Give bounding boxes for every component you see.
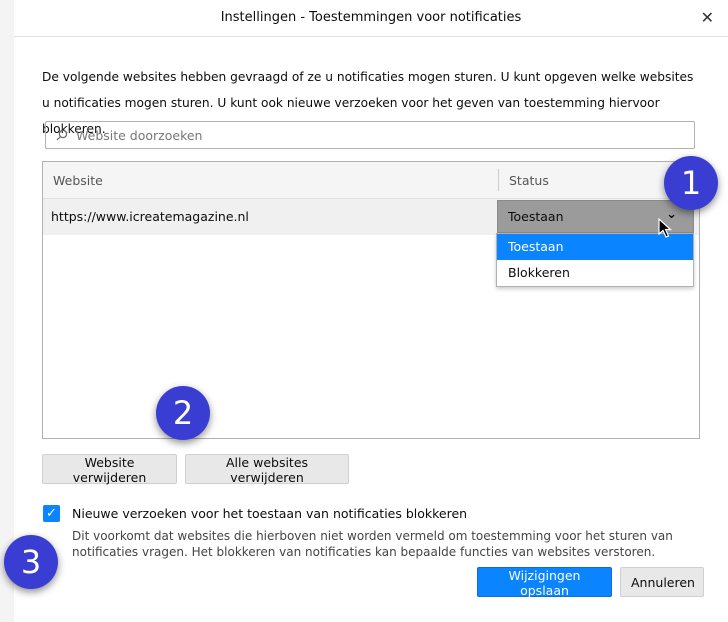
column-header-website[interactable]: Website (53, 173, 103, 188)
step-badge-1: 1 (664, 156, 718, 210)
search-field[interactable] (45, 121, 695, 149)
block-new-requests-checkbox[interactable]: ✓ (43, 505, 60, 522)
block-new-requests-label[interactable]: Nieuwe verzoeken voor het toestaan van n… (72, 506, 467, 521)
table-header: Website Status (43, 162, 699, 199)
step-badge-2: 2 (156, 386, 210, 440)
dropdown-option-block[interactable]: Blokkeren (497, 260, 693, 286)
status-select-value: Toestaan (508, 209, 564, 224)
column-separator (498, 169, 499, 191)
dialog-title: Instellingen - Toestemmingen voor notifi… (220, 10, 522, 25)
search-icon (56, 129, 68, 141)
step-badge-3: 3 (4, 535, 58, 589)
cancel-button[interactable]: Annuleren (620, 567, 704, 597)
search-input[interactable] (74, 126, 694, 144)
remove-all-websites-button[interactable]: Alle websites verwijderen (185, 454, 349, 485)
mouse-cursor-icon (658, 218, 673, 238)
block-note-text: Dit voorkomt dat websites die hierboven … (72, 529, 673, 559)
column-header-status[interactable]: Status (509, 173, 549, 188)
left-edge (0, 0, 14, 622)
table-row[interactable]: https://www.icreatemagazine.nl Toestaan … (43, 199, 699, 235)
title-bar: Instellingen - Toestemmingen voor notifi… (14, 0, 728, 37)
close-icon[interactable]: ✕ (701, 8, 714, 27)
permissions-table: Website Status https://www.icreatemagazi… (42, 161, 700, 439)
row-website: https://www.icreatemagazine.nl (51, 209, 249, 224)
save-changes-button[interactable]: Wijzigingen opslaan (477, 567, 612, 598)
remove-website-button[interactable]: Website verwijderen (42, 454, 177, 485)
status-dropdown-menu: Toestaan Blokkeren (496, 233, 694, 287)
